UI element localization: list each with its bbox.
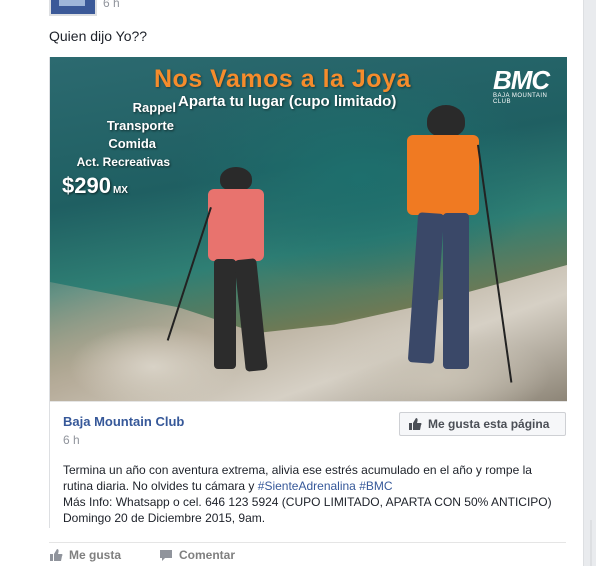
like-button[interactable]: Me gusta: [49, 548, 121, 562]
price-label: $290 MX: [62, 173, 128, 199]
bmc-logo: BMC BAJA MOUNTAIN CLUB: [493, 65, 563, 105]
comment-label: Comentar: [179, 548, 236, 562]
promo-headline: Nos Vamos a la Joya: [154, 65, 411, 93]
services-list: Rappel Transporte Comida Act. Recreativa…: [50, 99, 190, 171]
logo-mark: BMC: [493, 65, 550, 95]
shared-post-text: Termina un año con aventura extrema, ali…: [63, 462, 563, 526]
promo-subhead: Aparta tu lugar (cupo limitado): [178, 93, 397, 110]
shared-post: Nos Vamos a la Joya Aparta tu lugar (cup…: [49, 57, 567, 529]
like-page-label: Me gusta esta página: [428, 417, 550, 431]
comment-icon: [160, 550, 173, 561]
author-avatar[interactable]: [49, 0, 97, 16]
service-item: Comida: [108, 136, 156, 151]
hashtag-link[interactable]: #BMC: [359, 479, 392, 493]
service-item: Transporte: [106, 118, 174, 133]
post-caption: Quien dijo Yo??: [49, 28, 148, 44]
hashtag-link[interactable]: #SienteAdrenalina: [258, 479, 356, 493]
shared-post-meta: Baja Mountain Club 6 h Me gusta esta pág…: [50, 401, 567, 529]
post-photo[interactable]: Nos Vamos a la Joya Aparta tu lugar (cup…: [50, 57, 567, 401]
post-card: 6 h Quien dijo Yo?? Nos Vamos a la Joya: [0, 0, 584, 566]
climber-orange: [385, 105, 513, 395]
post-timestamp[interactable]: 6 h: [103, 0, 120, 10]
logo-subtitle: BAJA MOUNTAIN CLUB: [493, 93, 548, 105]
thumbs-up-icon: [50, 549, 63, 561]
actions-divider: [49, 542, 566, 543]
post-text-part2: Más Info: Whatsapp o cel. 646 123 5924 (…: [63, 495, 552, 525]
comment-button[interactable]: Comentar: [159, 548, 235, 562]
post-actions: Me gusta Comentar: [49, 548, 273, 562]
price-value: $290: [62, 173, 111, 198]
like-label: Me gusta: [69, 548, 122, 562]
service-item: Rappel: [132, 100, 176, 115]
service-item: Act. Recreativas: [76, 155, 170, 169]
thumbs-up-icon: [409, 418, 422, 430]
shared-timestamp[interactable]: 6 h: [63, 433, 80, 447]
price-currency: MX: [112, 185, 128, 196]
scrollbar[interactable]: [590, 520, 592, 566]
climber-pink: [166, 167, 270, 397]
like-page-button[interactable]: Me gusta esta página: [399, 412, 566, 436]
page-name-link[interactable]: Baja Mountain Club: [63, 414, 184, 429]
